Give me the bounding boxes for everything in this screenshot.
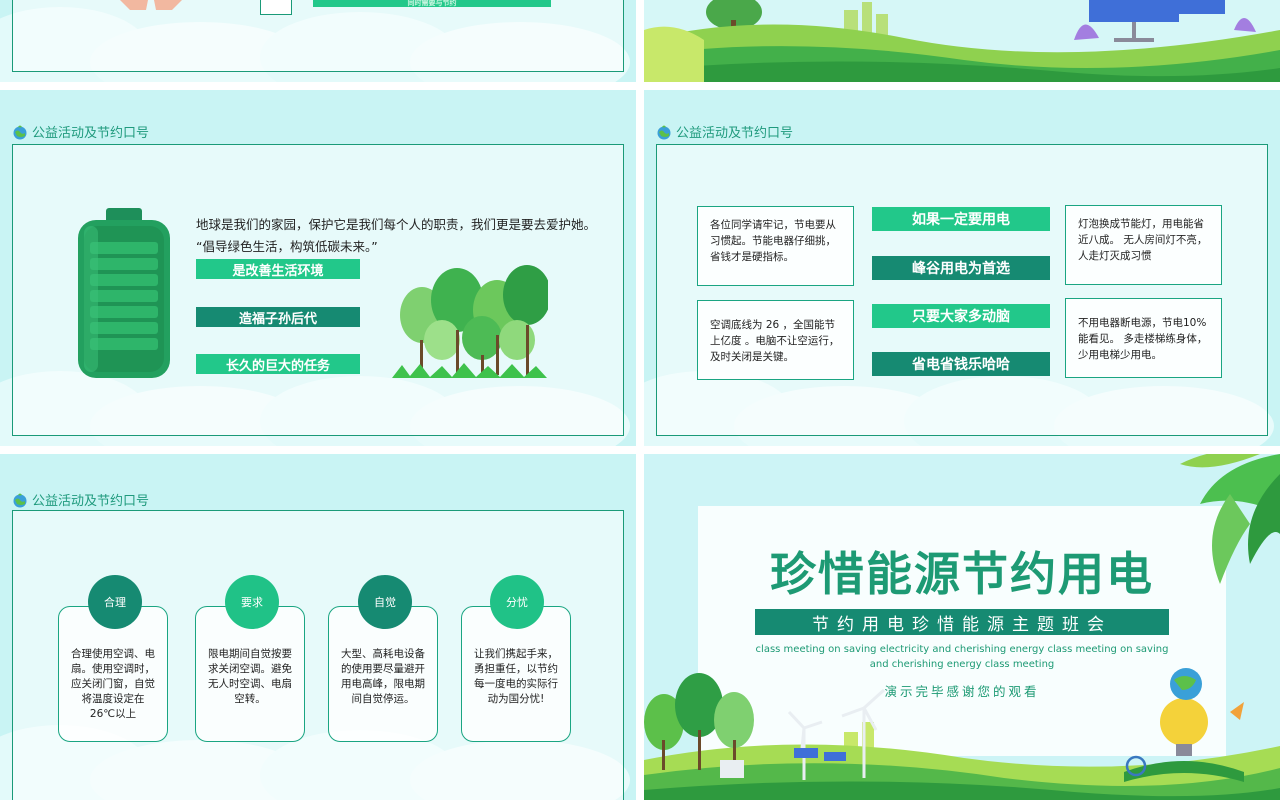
main-title: 珍惜能源节约用电 [770,547,1154,601]
slogan-paragraph-line2: “倡导绿色生活，构筑低碳未来。” [196,239,378,254]
slide1-bar-caption: 同时需要与节约 [407,0,457,7]
content-frame [656,144,1268,436]
battery-icon [78,208,170,378]
globe-icon [657,125,671,139]
section-title-text: 公益活动及节约口号 [32,126,150,141]
slide1-green-bar: 同时需要与节约 [313,0,551,7]
principle-badge-3: 自觉 [358,575,412,629]
slogan-bar-1: 是改善生活环境 [196,259,360,279]
principle-text: 限电期间自觉按要求关闭空调。避免无人时空调、电扇空转。 [208,648,292,705]
section-title-text: 公益活动及节约口号 [32,494,150,509]
principle-text: 让我们携起手来，勇担重任，以节约每一度电的实际行动为国分忧! [474,648,558,705]
slogan-bar-4: 省电省钱乐哈哈 [872,352,1050,376]
slide-4[interactable]: 公益活动及节约口号 各位同学请牢记，节电要从习惯起。节能电器仔细挑，省钱才是硬指… [644,90,1280,446]
section-title: 公益活动及节约口号 [656,122,793,141]
globe-icon [13,125,27,139]
tip-box-3: 灯泡换成节能灯，用电能省近八成。 无人房间灯不亮，人走灯灭成习惯 [1065,205,1222,285]
tip-box-1: 各位同学请牢记，节电要从习惯起。节能电器仔细挑，省钱才是硬指标。 [697,206,854,286]
slide-1[interactable]: 同时需要与节约 [0,0,636,82]
principle-text: 合理使用空调、电扇。使用空调时，应关闭门窗，自觉将温度设定在26℃以上 [71,648,155,720]
building-icon [720,760,744,778]
principle-text: 大型、高耗电设备的使用要尽量避开用电高峰，限电期间自觉停运。 [341,648,425,705]
section-title: 公益活动及节约口号 [12,122,149,141]
slide-3[interactable]: 公益活动及节约口号 地球是我们的家园，保护它是我们每个人的职责，我们更是要去爱护… [0,90,636,446]
principle-badge-2: 要求 [225,575,279,629]
subtitle-bar: 节约用电珍惜能源主题班会 [755,609,1169,635]
section-title-text: 公益活动及节约口号 [676,126,794,141]
slide-5[interactable]: 公益活动及节约口号 合理使用空调、电扇。使用空调时，应关闭门窗，自觉将温度设定在… [0,454,636,800]
hands-illustration [120,0,182,10]
slogan-bar-3: 只要大家多动脑 [872,304,1050,328]
slogan-bar-1: 如果一定要用电 [872,207,1050,231]
globe-icon [13,493,27,507]
section-title: 公益活动及节约口号 [12,490,149,509]
slogan-paragraph-line1: 地球是我们的家园，保护它是我们每个人的职责，我们更是要去爱护她。 [196,217,597,232]
checkbox-square [260,0,292,15]
slide-6[interactable]: 珍惜能源节约用电 节约用电珍惜能源主题班会 class meeting on s… [644,454,1280,800]
solar-panel-icon [1089,0,1225,42]
tip-box-4: 不用电器断电源，节电10%能看见。 多走楼梯练身体，少用电梯少用电。 [1065,298,1222,378]
forest-illustration [392,265,548,378]
bottom-landscape [644,668,1280,800]
content-frame [12,0,624,72]
slogan-bar-2: 造福子孙后代 [196,307,360,327]
slide-2[interactable] [644,0,1280,82]
landscape-illustration [644,0,1280,82]
tip-box-2: 空调底线为 26 ，全国能节上亿度 。电脑不让空运行，及时关闭是关键。 [697,300,854,380]
principle-badge-1: 合理 [88,575,142,629]
principle-badge-4: 分忧 [490,575,544,629]
slogan-bar-3: 长久的巨大的任务 [196,354,360,374]
slogan-bar-2: 峰谷用电为首选 [872,256,1050,280]
